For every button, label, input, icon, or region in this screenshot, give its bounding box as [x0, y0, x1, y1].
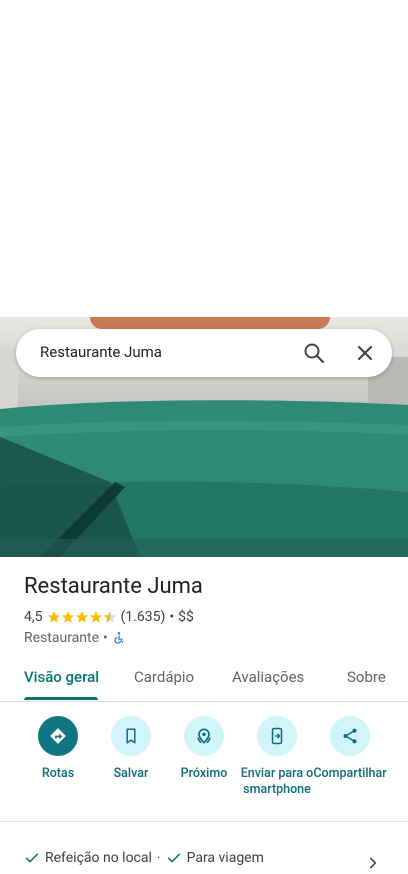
search-query[interactable]: Restaurante Juma: [40, 343, 162, 361]
star-half-icon: [103, 611, 116, 623]
category-row: Restaurante •: [24, 630, 126, 646]
directions-button[interactable]: Rotas: [18, 712, 98, 782]
nearby-icon[interactable]: [184, 716, 224, 756]
rating-value: 4,5: [24, 609, 43, 625]
close-icon[interactable]: [353, 341, 377, 365]
tab-bar: Visão geral Cardápio Avaliações Sobre: [0, 660, 408, 702]
check-icon: [167, 853, 180, 863]
send-to-phone-icon[interactable]: [257, 716, 297, 756]
star-rating: [47, 610, 117, 624]
share-label: Compartilhar: [313, 766, 387, 781]
tab-overview[interactable]: Visão geral: [24, 668, 99, 686]
wheelchair-icon: [114, 632, 123, 644]
price-level: $$: [178, 609, 194, 625]
nearby-button[interactable]: Próximo: [164, 712, 244, 782]
place-category: Restaurante: [24, 630, 100, 646]
tab-menu[interactable]: Cardápio: [134, 668, 194, 686]
chevron-right-icon[interactable]: [366, 856, 380, 870]
save-button[interactable]: Salvar: [91, 712, 171, 782]
check-icon: [25, 853, 39, 863]
star-icon: [89, 611, 102, 623]
share-icon[interactable]: [330, 716, 370, 756]
nearby-label: Próximo: [180, 766, 228, 781]
separator: •: [103, 630, 108, 646]
separator: •: [169, 609, 175, 625]
bookmark-icon[interactable]: [111, 716, 151, 756]
tab-reviews[interactable]: Avaliações: [232, 668, 304, 686]
share-button[interactable]: Compartilhar: [310, 712, 390, 782]
action-row: Rotas Salvar Próximo Enviar para o smart…: [0, 712, 408, 818]
search-icon[interactable]: [302, 341, 326, 365]
service-dine-in: Refeição no local: [45, 850, 152, 866]
separator: ·: [156, 850, 161, 866]
save-label: Salvar: [113, 766, 149, 781]
service-takeout: Para viagem: [186, 850, 264, 866]
rating-row[interactable]: 4,5 (1.635) • $$: [24, 609, 194, 625]
map-blank-area: [0, 0, 408, 317]
directions-label: Rotas: [41, 766, 75, 781]
service-options[interactable]: Refeição no local · Para viagem: [24, 850, 264, 866]
directions-icon[interactable]: [38, 716, 78, 756]
place-title: Restaurante Juma: [24, 574, 203, 599]
tabs-divider: [0, 701, 408, 702]
star-icon: [47, 611, 60, 623]
tab-about[interactable]: Sobre: [347, 668, 386, 686]
star-icon: [61, 611, 74, 623]
search-bar[interactable]: Restaurante Juma: [16, 329, 392, 377]
review-count[interactable]: (1.635): [121, 609, 166, 625]
star-icon: [75, 611, 88, 623]
send-to-phone-button[interactable]: Enviar para o smartphone: [237, 712, 317, 798]
actions-divider: [0, 821, 408, 822]
send-to-phone-label: Enviar para o smartphone: [240, 766, 314, 797]
active-tab-indicator: [24, 697, 98, 700]
